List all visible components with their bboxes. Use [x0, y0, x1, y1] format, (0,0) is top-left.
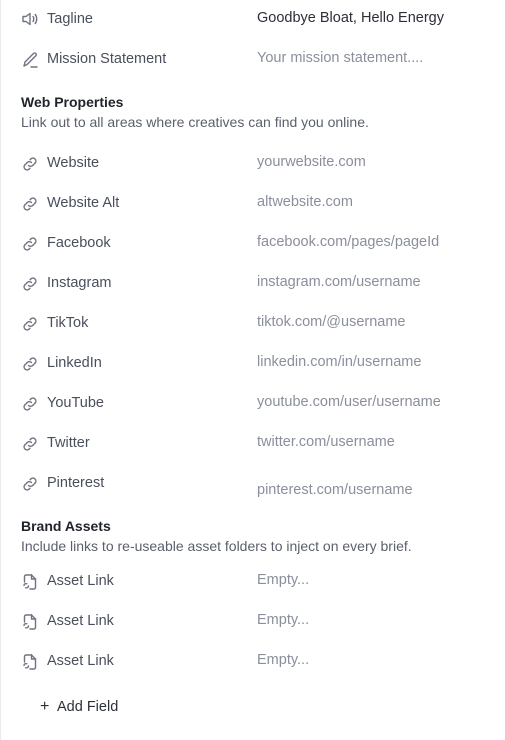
plus-icon: + [40, 698, 50, 715]
add-field-button[interactable]: + Add Field [40, 698, 118, 716]
file-link-icon [21, 613, 39, 631]
web-property-website-row: Website yourwebsite.com [0, 144, 505, 184]
instagram-input[interactable]: instagram.com/username [257, 274, 421, 290]
link-icon [21, 435, 39, 453]
link-icon [21, 155, 39, 173]
web-property-label: Twitter [47, 435, 90, 451]
pinterest-input[interactable]: pinterest.com/username [257, 482, 413, 498]
web-property-tiktok-row: TikTok tiktok.com/@username [0, 304, 505, 344]
asset-link-row: Asset Link Empty... [0, 602, 505, 642]
asset-link-input[interactable]: Empty... [257, 652, 309, 668]
website-input[interactable]: yourwebsite.com [257, 154, 366, 170]
web-property-label: Pinterest [47, 475, 105, 491]
brand-assets-title: Brand Assets [21, 518, 111, 534]
link-icon [21, 235, 39, 253]
tagline-label: Tagline [47, 11, 93, 27]
asset-link-row: Asset Link Empty... [0, 642, 505, 682]
tiktok-input[interactable]: tiktok.com/@username [257, 314, 406, 330]
link-icon [21, 475, 39, 493]
add-field-label: Add Field [57, 699, 119, 715]
web-property-label: YouTube [47, 395, 104, 411]
tagline-input[interactable]: Goodbye Bloat, Hello Energy [257, 10, 444, 26]
file-link-icon [21, 573, 39, 591]
link-icon [21, 395, 39, 413]
link-icon [21, 355, 39, 373]
web-property-instagram-row: Instagram instagram.com/username [0, 264, 505, 304]
twitter-input[interactable]: twitter.com/username [257, 434, 395, 450]
web-property-facebook-row: Facebook facebook.com/pages/pageId [0, 224, 505, 264]
web-property-label: Facebook [47, 235, 111, 251]
website-alt-input[interactable]: altwebsite.com [257, 194, 353, 210]
facebook-input[interactable]: facebook.com/pages/pageId [257, 234, 439, 250]
link-icon [21, 275, 39, 293]
web-property-linkedin-row: LinkedIn linkedin.com/in/username [0, 344, 505, 384]
web-property-label: TikTok [47, 315, 89, 331]
mission-statement-row: Mission Statement Your mission statement… [0, 40, 505, 80]
web-property-label: Website Alt [47, 195, 120, 211]
asset-link-label: Asset Link [47, 613, 114, 629]
asset-link-label: Asset Link [47, 653, 114, 669]
web-property-label: Instagram [47, 275, 112, 291]
speaker-icon [21, 10, 39, 28]
mission-statement-label: Mission Statement [47, 51, 167, 67]
link-icon [21, 315, 39, 333]
web-property-website-alt-row: Website Alt altwebsite.com [0, 184, 505, 224]
linkedin-input[interactable]: linkedin.com/in/username [257, 354, 421, 370]
asset-link-input[interactable]: Empty... [257, 612, 309, 628]
web-property-label: Website [47, 155, 100, 171]
pen-icon [21, 51, 39, 69]
web-property-label: LinkedIn [47, 355, 102, 371]
tagline-row: Tagline Goodbye Bloat, Hello Energy [0, 0, 505, 40]
web-property-twitter-row: Twitter twitter.com/username [0, 424, 505, 464]
youtube-input[interactable]: youtube.com/user/username [257, 394, 441, 410]
mission-statement-input[interactable]: Your mission statement.... [257, 50, 423, 66]
asset-link-label: Asset Link [47, 573, 114, 589]
asset-link-row: Asset Link Empty... [0, 562, 505, 602]
web-properties-description: Link out to all areas where creatives ca… [21, 114, 369, 130]
asset-link-input[interactable]: Empty... [257, 572, 309, 588]
file-link-icon [21, 653, 39, 671]
web-properties-title: Web Properties [21, 94, 124, 110]
brand-assets-description: Include links to re-useable asset folder… [21, 538, 412, 554]
web-property-pinterest-row: Pinterest pinterest.com/username [0, 464, 505, 512]
link-icon [21, 195, 39, 213]
web-property-youtube-row: YouTube youtube.com/user/username [0, 384, 505, 424]
